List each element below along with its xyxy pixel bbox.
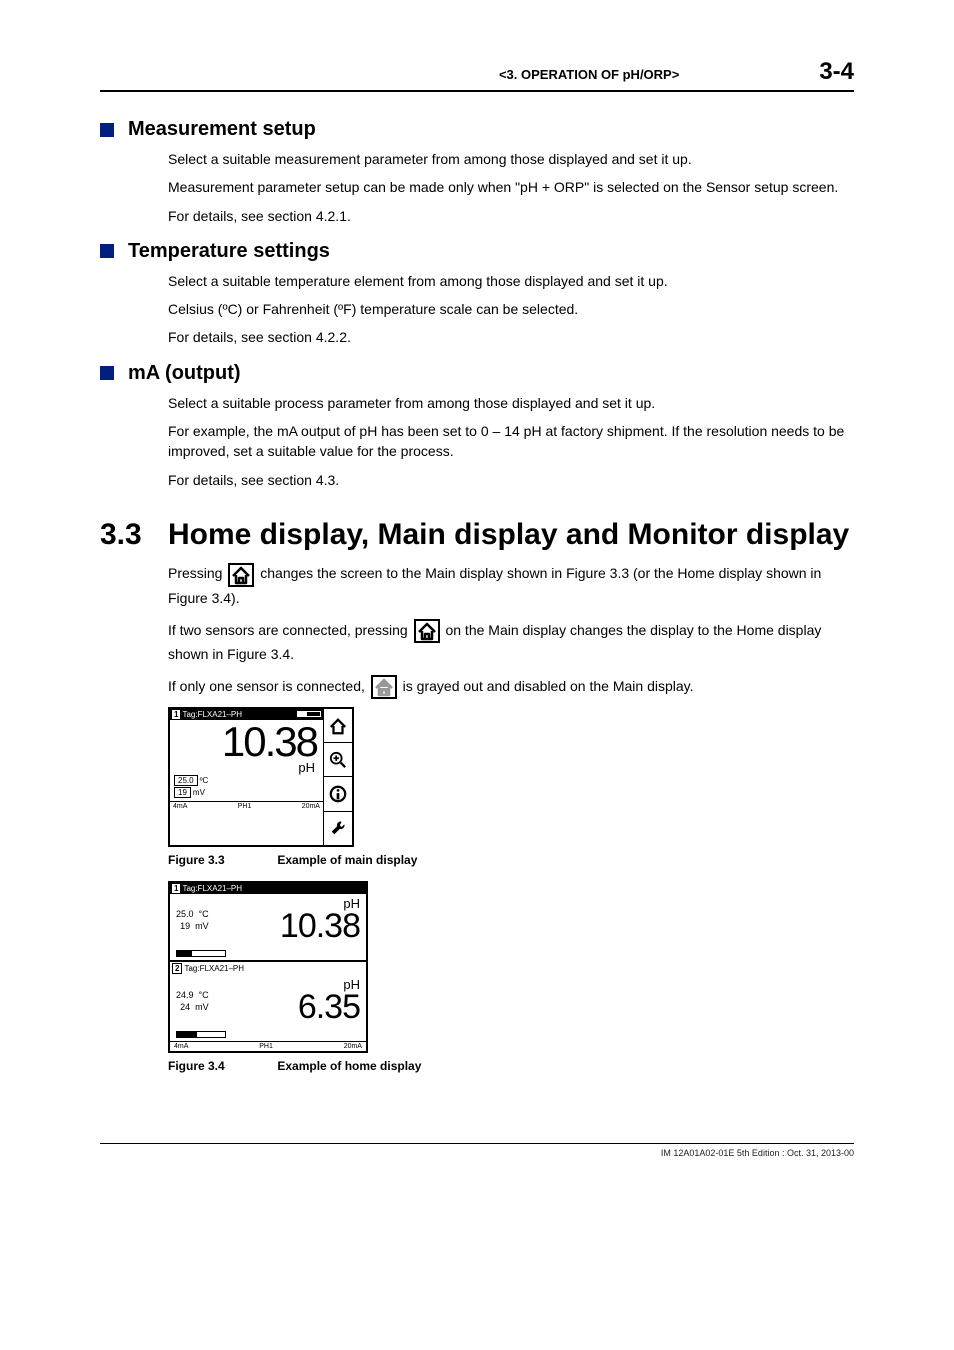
heading-ma-output: mA (output)	[128, 362, 241, 385]
home-icon	[228, 563, 254, 587]
section-title: Home display, Main display and Monitor d…	[168, 518, 849, 553]
mv-unit: mV	[195, 921, 209, 931]
status-bars-icon	[297, 711, 321, 717]
bar-indicator	[176, 1031, 226, 1038]
scale-low: 4mA	[174, 1043, 188, 1050]
body-text: Select a suitable measurement parameter …	[168, 149, 854, 169]
temp-unit: ºC	[200, 776, 209, 785]
temp-unit: °C	[199, 909, 209, 919]
figure-caption: Example of home display	[277, 1059, 421, 1073]
body-text: For details, see section 4.2.1.	[168, 206, 854, 226]
home-icon-disabled	[371, 675, 397, 699]
temp-unit: °C	[199, 990, 209, 1000]
header-section: <3. OPERATION OF pH/ORP>	[499, 67, 679, 82]
main-display-figure: 1Tag:FLXA21–PH 10.38 pH 25.0ºC 19mV 4mA …	[168, 707, 354, 847]
heading-temperature: Temperature settings	[128, 240, 330, 263]
body-text: If only one sensor is connected, is gray…	[168, 675, 854, 699]
mv-value: 24	[180, 1002, 190, 1012]
zoom-icon	[324, 743, 352, 777]
bullet-icon	[100, 366, 114, 380]
figure-label: Figure 3.3	[168, 853, 274, 867]
body-text: For details, see section 4.2.2.	[168, 327, 854, 347]
scale-label: PH1	[259, 1043, 273, 1050]
footer-text: IM 12A01A02-01E 5th Edition : Oct. 31, 2…	[100, 1144, 854, 1158]
scale-high: 20mA	[302, 803, 320, 810]
tag-label: Tag:FLXA21–PH	[182, 884, 242, 893]
tag-label: Tag:FLXA21–PH	[184, 964, 244, 973]
body-text: Select a suitable process parameter from…	[168, 393, 854, 413]
body-text: For details, see section 4.3.	[168, 470, 854, 490]
figure-label: Figure 3.4	[168, 1059, 274, 1073]
info-icon	[324, 777, 352, 811]
body-text: Pressing changes the screen to the Main …	[168, 562, 854, 610]
wrench-icon	[324, 812, 352, 845]
home-display-figure: 1 Tag:FLXA21–PH 25.0 °C 19 mV pH 10.38	[168, 881, 368, 1053]
home-icon	[324, 709, 352, 743]
value: 6.35	[209, 988, 360, 1027]
figure-caption: Example of main display	[277, 853, 417, 867]
temp-value: 25.0	[174, 775, 198, 786]
bullet-icon	[100, 244, 114, 258]
heading-measurement: Measurement setup	[128, 118, 316, 141]
mv-unit: mV	[193, 788, 205, 797]
temp-value: 25.0	[176, 909, 194, 919]
body-text: For example, the mA output of pH has bee…	[168, 421, 854, 462]
main-value: 10.38	[170, 718, 323, 766]
bullet-icon	[100, 123, 114, 137]
mv-unit: mV	[195, 1002, 209, 1012]
temp-value: 24.9	[176, 990, 194, 1000]
mv-value: 19	[174, 787, 191, 798]
sensor-number: 1	[172, 884, 180, 893]
scale-low: 4mA	[173, 803, 187, 810]
sensor-number: 1	[172, 710, 180, 719]
bar-indicator	[176, 950, 226, 957]
body-text: Celsius (ºC) or Fahrenheit (ºF) temperat…	[168, 299, 854, 319]
home-icon	[414, 619, 440, 643]
page-number: 3-4	[819, 58, 854, 86]
sensor-number: 2	[172, 963, 182, 974]
value: 10.38	[209, 907, 360, 946]
section-number: 3.3	[100, 518, 168, 552]
mv-value: 19	[180, 921, 190, 931]
body-text: Measurement parameter setup can be made …	[168, 177, 854, 197]
scale-label: PH1	[238, 803, 252, 810]
body-text: If two sensors are connected, pressing o…	[168, 619, 854, 667]
body-text: Select a suitable temperature element fr…	[168, 271, 854, 291]
scale-high: 20mA	[344, 1043, 362, 1050]
